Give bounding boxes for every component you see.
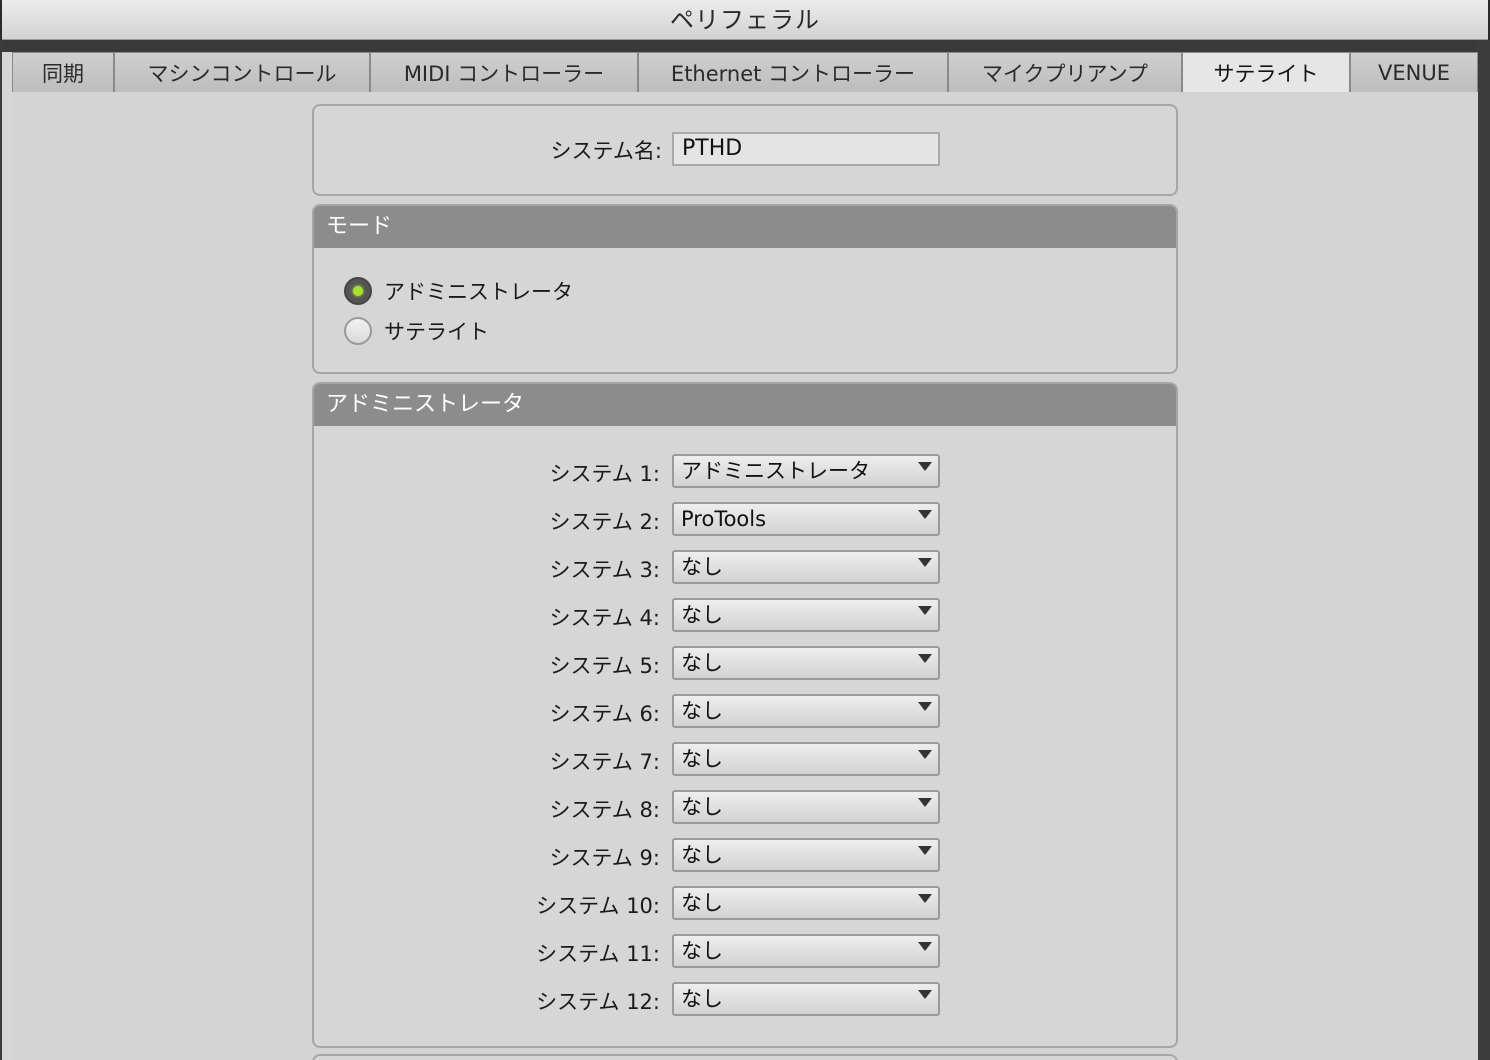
system-8-label: システム 8:	[549, 798, 660, 822]
peripherals-window: ペリフェラル 同期 マシンコントロール MIDI コントローラー Etherne…	[2, 0, 1488, 1060]
system-11-value: なし	[681, 939, 723, 963]
dropdown-arrow-icon	[918, 846, 932, 855]
system-9-select[interactable]: なし	[672, 838, 940, 872]
system-name-panel: システム名: PTHD	[312, 104, 1178, 196]
system-8-value: なし	[681, 795, 723, 819]
system-12-select[interactable]: なし	[672, 982, 940, 1016]
mode-option-satellite[interactable]: サテライト	[344, 316, 489, 346]
system-8-select[interactable]: なし	[672, 790, 940, 824]
system-name-field[interactable]: PTHD	[672, 132, 940, 166]
dropdown-arrow-icon	[918, 510, 932, 519]
system-4-value: なし	[681, 603, 723, 627]
system-1-select[interactable]: アドミニストレータ	[672, 454, 940, 488]
mode-header: モード	[314, 206, 1176, 248]
radio-button[interactable]	[344, 317, 372, 345]
next-panel-edge	[312, 1054, 1178, 1060]
system-10-select[interactable]: なし	[672, 886, 940, 920]
mode-panel: モード アドミニストレータ サテライト	[312, 204, 1178, 374]
system-3-label: システム 3:	[549, 558, 660, 582]
title-separator	[2, 40, 1488, 52]
window-title: ペリフェラル	[2, 0, 1488, 40]
dropdown-arrow-icon	[918, 702, 932, 711]
system-5-label: システム 5:	[549, 654, 660, 678]
dropdown-arrow-icon	[918, 942, 932, 951]
tab-sync[interactable]: 同期	[12, 52, 114, 92]
administrator-header: アドミニストレータ	[314, 384, 1176, 426]
tab-bar: 同期 マシンコントロール MIDI コントローラー Ethernet コントロー…	[12, 52, 1478, 92]
dropdown-arrow-icon	[918, 894, 932, 903]
mode-option-label: アドミニストレータ	[384, 280, 573, 304]
administrator-panel: アドミニストレータ システム 1: アドミニストレータ システム 2: ProT…	[312, 382, 1178, 1048]
system-11-label: システム 11:	[536, 942, 660, 966]
system-2-label: システム 2:	[549, 510, 660, 534]
system-2-select[interactable]: ProTools	[672, 502, 940, 536]
tab-venue[interactable]: VENUE	[1350, 52, 1478, 92]
system-7-value: なし	[681, 747, 723, 771]
system-name-label: システム名:	[550, 139, 662, 163]
system-3-value: なし	[681, 555, 723, 579]
tab-satellite[interactable]: サテライト	[1182, 52, 1350, 92]
system-3-select[interactable]: なし	[672, 550, 940, 584]
system-10-value: なし	[681, 891, 723, 915]
system-1-value: アドミニストレータ	[681, 459, 870, 483]
mode-option-administrator[interactable]: アドミニストレータ	[344, 276, 573, 306]
dropdown-arrow-icon	[918, 990, 932, 999]
system-12-value: なし	[681, 987, 723, 1011]
dropdown-arrow-icon	[918, 462, 932, 471]
radio-button-selected[interactable]	[344, 277, 372, 305]
system-6-select[interactable]: なし	[672, 694, 940, 728]
dropdown-arrow-icon	[918, 654, 932, 663]
system-9-label: システム 9:	[549, 846, 660, 870]
mode-option-label: サテライト	[384, 320, 489, 344]
system-5-select[interactable]: なし	[672, 646, 940, 680]
system-6-value: なし	[681, 699, 723, 723]
tab-mic-preamp[interactable]: マイクプリアンプ	[948, 52, 1182, 92]
dropdown-arrow-icon	[918, 558, 932, 567]
system-2-value: ProTools	[681, 507, 767, 531]
system-4-select[interactable]: なし	[672, 598, 940, 632]
system-9-value: なし	[681, 843, 723, 867]
system-7-select[interactable]: なし	[672, 742, 940, 776]
system-5-value: なし	[681, 651, 723, 675]
system-1-label: システム 1:	[549, 462, 660, 486]
system-11-select[interactable]: なし	[672, 934, 940, 968]
tab-machine-control[interactable]: マシンコントロール	[114, 52, 370, 92]
dropdown-arrow-icon	[918, 750, 932, 759]
tab-midi-controller[interactable]: MIDI コントローラー	[370, 52, 638, 92]
system-4-label: システム 4:	[549, 606, 660, 630]
tab-content: システム名: PTHD モード アドミニストレータ サテライト アドミニストレー…	[12, 92, 1478, 1060]
tab-ethernet-controller[interactable]: Ethernet コントローラー	[638, 52, 948, 92]
system-12-label: システム 12:	[536, 990, 660, 1014]
system-7-label: システム 7:	[549, 750, 660, 774]
system-6-label: システム 6:	[549, 702, 660, 726]
dropdown-arrow-icon	[918, 798, 932, 807]
window-right-edge	[1478, 40, 1490, 1060]
system-10-label: システム 10:	[536, 894, 660, 918]
dropdown-arrow-icon	[918, 606, 932, 615]
